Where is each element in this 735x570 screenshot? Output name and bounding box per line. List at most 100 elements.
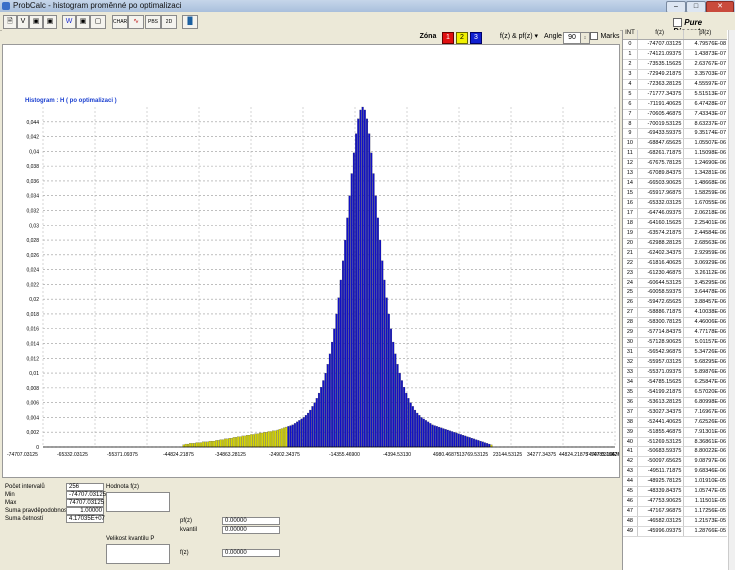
zone-1-button[interactable]: 1 [442,32,454,44]
table-row[interactable]: 41 -50683.59375 8.80022E-06 [623,447,727,458]
cell-pfz: 2.44584E-06 [694,229,727,236]
table-row[interactable]: 8 -70019.53125 8.63237E-07 [623,119,727,130]
screen-icon[interactable]: ▢ [90,15,106,29]
app-icon [2,2,10,10]
zone-3-button[interactable]: 3 [470,32,482,44]
table-row[interactable]: 6 -71191.40625 6.47428E-07 [623,99,727,110]
cell-pfz: 1.34281E-06 [694,170,727,177]
table-row[interactable]: 31 -56542.96875 5.34726E-06 [623,348,727,358]
cell-int: 30 [623,338,638,348]
cell-int: 37 [623,407,638,417]
histogram-bar [387,313,390,448]
cell-fz: -55371.09375 [638,367,685,377]
table-row[interactable]: 24 -60644.53125 3.45295E-06 [623,278,727,289]
table-row[interactable]: 47 -47167.96875 1.17256E-05 [623,507,727,517]
cell-pfz: 6.47428E-07 [694,100,727,107]
table-row[interactable]: 45 -48339.84375 1.05747E-05 [623,487,727,498]
cell-pfz: 4.79576E-08 [694,41,727,47]
table-row[interactable]: 35 -54199.21875 6.57020E-06 [623,387,727,398]
table-row[interactable]: 14 -66503.90625 1.48668E-06 [623,179,727,190]
table-row[interactable]: 10 -68847.65625 1.05507E-06 [623,139,727,150]
table-row[interactable]: 7 -70605.46875 7.43343E-07 [623,109,727,120]
table-row[interactable]: 29 -57714.84375 4.77178E-06 [623,328,727,339]
table-row[interactable]: 22 -61816.40625 3.06929E-06 [623,258,727,269]
floppy-icon[interactable]: ▣ [76,15,90,29]
y-tick-label: 0,036 [26,179,39,185]
table-row[interactable]: 3 -72949.21875 3.35703E-07 [623,69,727,80]
table-row[interactable]: 38 -52441.40625 7.62526E-06 [623,417,727,428]
bar-chart-icon[interactable]: ▐▌ [182,15,198,29]
table-row[interactable]: 34 -54785.15625 6.25847E-06 [623,377,727,388]
table-row[interactable]: 2 -73535.15625 2.63767E-07 [623,59,727,70]
cell-fz: -65917.96875 [638,189,685,198]
checkbox-icon[interactable] [673,18,682,28]
histogram-bar [293,423,296,448]
table-row[interactable]: 27 -58886.71875 4.10038E-06 [623,308,727,319]
table-row[interactable]: 4 -72363.28125 4.55597E-07 [623,79,727,90]
histogram-bar [254,433,257,448]
x-tick-label: -4394.53130 [383,452,411,458]
table-row[interactable]: 28 -58300.78125 4.46006E-06 [623,318,727,329]
table-row[interactable]: 12 -67675.78125 1.24690E-06 [623,159,727,170]
table-row[interactable]: 30 -57128.90625 5.01157E-06 [623,338,727,349]
table-row[interactable]: 20 -62988.28125 2.68563E-06 [623,238,727,249]
table-row[interactable]: 15 -65917.96875 1.58259E-06 [623,189,727,199]
hodnota-input[interactable] [106,492,170,512]
table-row[interactable]: 16 -65332.03125 1.67055E-06 [623,199,727,209]
table-scrollbar[interactable] [728,30,735,570]
cell-pfz: 8.36861E-06 [694,438,727,445]
table-row[interactable]: 13 -67089.84375 1.34281E-06 [623,169,727,180]
histogram-bar [363,109,366,448]
toolbar-button-v[interactable]: V [17,15,29,29]
table-row[interactable]: 5 -71777.34375 5.51513E-07 [623,89,727,100]
table-row[interactable]: 25 -60058.59375 3.64478E-06 [623,288,727,299]
table-row[interactable]: 1 -74121.09375 1.43873E-07 [623,49,727,60]
stat-label: Počet intervalů [5,484,45,490]
table-row[interactable]: 40 -51269.53125 8.36861E-06 [623,437,727,448]
table-row[interactable]: 39 -51855.46875 7.91301E-06 [623,427,727,438]
table-row[interactable]: 9 -69433.59375 9.35174E-07 [623,129,727,140]
doc-icon[interactable]: 🗎 [3,15,17,29]
cell-fz: -47167.96875 [638,507,685,516]
table-row[interactable]: 21 -62402.34375 2.92959E-06 [623,248,727,259]
cell-int: 23 [623,268,638,278]
table-row[interactable]: 18 -64160.15625 2.25401E-06 [623,218,727,229]
cell-int: 15 [623,189,638,198]
table-row[interactable]: 49 -45996.09375 1.28766E-05 [623,526,727,537]
histogram-bar [226,438,229,448]
zone-2-button[interactable]: 2 [456,32,468,44]
char-button[interactable]: CHAR [112,15,128,29]
histogram-bar [361,106,364,448]
table-row[interactable]: 42 -50097.65625 9.08797E-06 [623,457,727,468]
angle-input[interactable]: 90 [563,32,581,44]
table-row[interactable]: 43 -49511.71875 9.68346E-06 [623,467,727,478]
table-row[interactable]: 0 -74707.03125 4.79576E-08 [623,40,727,50]
2d-button[interactable]: 2D [161,15,177,29]
table-row[interactable]: 48 -46582.03125 1.21573E-05 [623,517,727,527]
table-row[interactable]: 19 -63574.21875 2.44584E-06 [623,228,727,239]
kvantil-size-input[interactable] [106,544,170,564]
cell-int: 27 [623,308,638,318]
histogram-bar [429,423,432,448]
marks-checkbox-icon[interactable] [590,32,599,41]
table-row[interactable]: 11 -68261.71875 1.15098E-06 [623,149,727,160]
w-icon[interactable]: W [62,15,76,29]
table-row[interactable]: 46 -47753.90625 1.11501E-05 [623,497,727,508]
save-as-icon[interactable]: ▣ [43,15,57,29]
series-select[interactable]: f(z) & pf(z) ▾ [496,32,542,42]
table-row[interactable]: 36 -53613.28125 6.80998E-06 [623,397,727,408]
histogram-bar [414,409,417,448]
save-icon[interactable]: ▣ [29,15,43,29]
marks-checkbox[interactable]: Marks [590,32,620,42]
table-row[interactable]: 44 -48925.78125 1.01910E-05 [623,477,727,488]
line-chart-icon[interactable]: ∿ [128,15,144,29]
table-row[interactable]: 33 -55371.09375 5.89876E-06 [623,367,727,378]
table-row[interactable]: 32 -55957.03125 5.68295E-06 [623,358,727,368]
table-row[interactable]: 23 -61230.46875 3.26112E-06 [623,268,727,279]
table-row[interactable]: 17 -64746.09375 2.06218E-06 [623,208,727,219]
table-row[interactable]: 26 -59472.65625 3.88457E-06 [623,298,727,309]
table-row[interactable]: 37 -53027.34375 7.16967E-06 [623,407,727,418]
cell-fz: -45996.09375 [638,526,685,536]
angle-spinner[interactable]: ↕ [580,32,590,44]
pbs-button[interactable]: PBS [145,15,161,29]
